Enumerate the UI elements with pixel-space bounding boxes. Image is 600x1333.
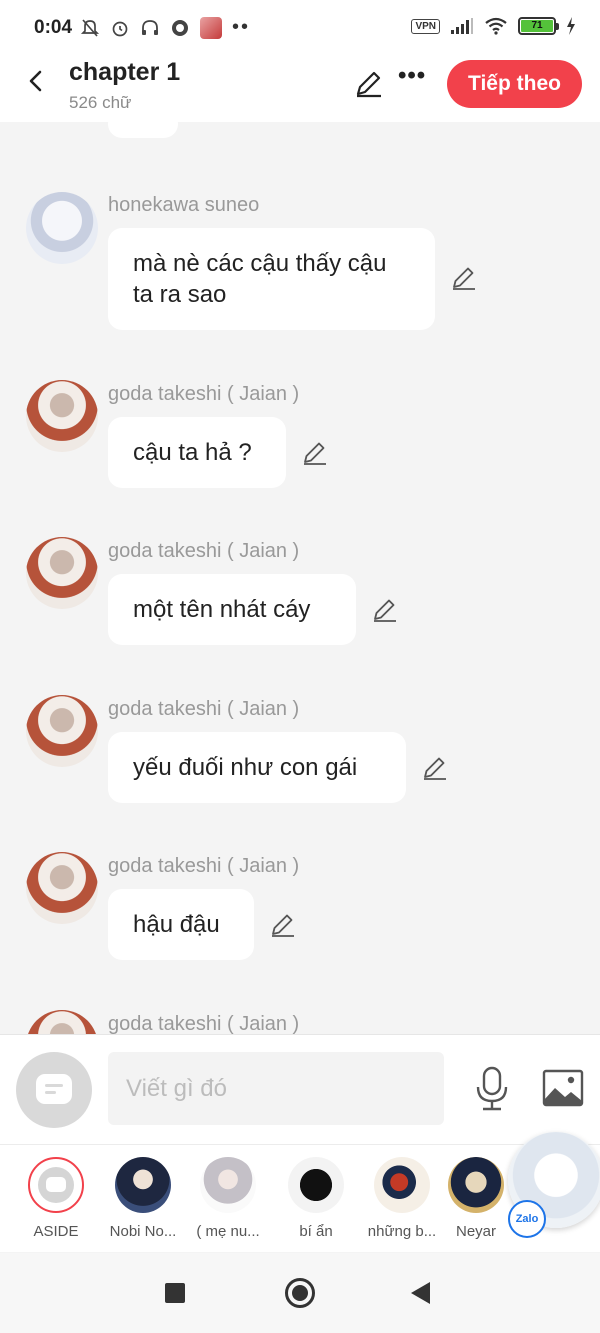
message-bubble[interactable]: yếu đuối như con gái [108, 732, 406, 803]
edit-icon[interactable] [354, 68, 384, 98]
character-item[interactable]: bí ẩn [280, 1157, 352, 1240]
edit-message-icon[interactable] [371, 595, 399, 623]
battery-level: 71 [521, 20, 553, 32]
sender-name: goda takeshi ( Jaian ) [108, 540, 300, 562]
character-avatar [288, 1157, 344, 1213]
recent-apps-icon[interactable] [165, 1283, 185, 1303]
edit-message-icon[interactable] [421, 753, 449, 781]
status-icons-left: •• [80, 16, 250, 39]
app-avatar-icon [200, 16, 222, 39]
message-bubble[interactable]: một tên nhát cáy [108, 574, 356, 645]
character-label: bí ẩn [299, 1223, 333, 1240]
character-label: ( mẹ nu... [196, 1223, 260, 1240]
avatar[interactable] [26, 537, 98, 609]
character-item[interactable]: ( mẹ nu... [192, 1157, 264, 1240]
microphone-icon[interactable] [474, 1065, 510, 1113]
aside-icon [36, 1074, 72, 1104]
character-avatar [115, 1157, 171, 1213]
wifi-icon [485, 17, 507, 35]
back-icon[interactable] [22, 64, 50, 98]
composer [0, 1034, 600, 1144]
character-label: ASIDE [33, 1223, 79, 1240]
alarm-icon [112, 21, 128, 36]
previous-message-bubble [108, 122, 178, 138]
sender-name: goda takeshi ( Jaian ) [108, 698, 300, 720]
character-label: Nobi No... [109, 1223, 177, 1240]
mute-icon [80, 18, 100, 37]
chat-list[interactable]: honekawa suneo mà nè các cậu thấy cậu ta… [0, 122, 600, 1034]
sender-name: goda takeshi ( Jaian ) [108, 383, 300, 405]
message-bubble[interactable]: cậu ta hả ? [108, 417, 286, 488]
image-icon[interactable] [542, 1069, 584, 1107]
avatar[interactable] [26, 852, 98, 924]
avatar[interactable] [26, 380, 98, 452]
word-count: 526 chữ [69, 93, 132, 112]
avatar[interactable] [26, 1010, 98, 1034]
battery-icon: 71 [518, 17, 559, 35]
home-icon[interactable] [285, 1278, 315, 1308]
system-nav-bar [0, 1253, 600, 1333]
zalo-icon: Zalo [508, 1200, 546, 1238]
edit-message-icon[interactable] [301, 438, 329, 466]
character-item[interactable]: Neyar [446, 1157, 506, 1240]
more-options-icon[interactable]: ••• [398, 62, 430, 92]
vpn-icon: VPN [411, 18, 440, 34]
character-avatar [374, 1157, 430, 1213]
signal-icon [451, 18, 473, 34]
system-back-icon[interactable] [411, 1282, 430, 1304]
charging-icon [567, 17, 575, 35]
more-notifications-icon: •• [232, 16, 251, 38]
header: chapter 1 526 chữ ••• Tiếp theo [0, 56, 600, 122]
avatar[interactable] [26, 695, 98, 767]
character-aside[interactable]: ASIDE [20, 1157, 92, 1240]
status-time: 0:04 [34, 17, 73, 38]
aside-icon [38, 1167, 74, 1203]
character-avatar [200, 1157, 256, 1213]
status-bar: 0:04 •• VPN 71 [0, 0, 600, 56]
character-avatar [448, 1157, 504, 1213]
message-input[interactable] [108, 1052, 444, 1125]
edit-message-icon[interactable] [269, 910, 297, 938]
character-item[interactable]: Nobi No... [107, 1157, 179, 1240]
next-button[interactable]: Tiếp theo [447, 60, 582, 108]
character-strip: ASIDE Nobi No... ( mẹ nu... bí ẩn những … [0, 1144, 600, 1252]
sender-name: goda takeshi ( Jaian ) [108, 1013, 300, 1034]
avatar[interactable] [26, 192, 98, 264]
status-icons-right: VPN 71 [411, 17, 576, 35]
sender-name: honekawa suneo [108, 194, 260, 216]
message-bubble[interactable]: hậu đậu [108, 889, 254, 960]
aside-toggle-button[interactable] [16, 1052, 92, 1128]
character-avatar [28, 1157, 84, 1213]
page-title: chapter 1 [69, 58, 181, 86]
character-label: những b... [367, 1223, 437, 1240]
character-label: Neyar [455, 1223, 496, 1240]
edit-message-icon[interactable] [450, 263, 478, 291]
sender-name: goda takeshi ( Jaian ) [108, 855, 300, 877]
character-item[interactable]: những b... [366, 1157, 438, 1240]
headphones-icon [142, 19, 158, 35]
message-bubble[interactable]: mà nè các cậu thấy cậu ta ra sao [108, 228, 435, 330]
app-badge-icon [172, 19, 188, 36]
